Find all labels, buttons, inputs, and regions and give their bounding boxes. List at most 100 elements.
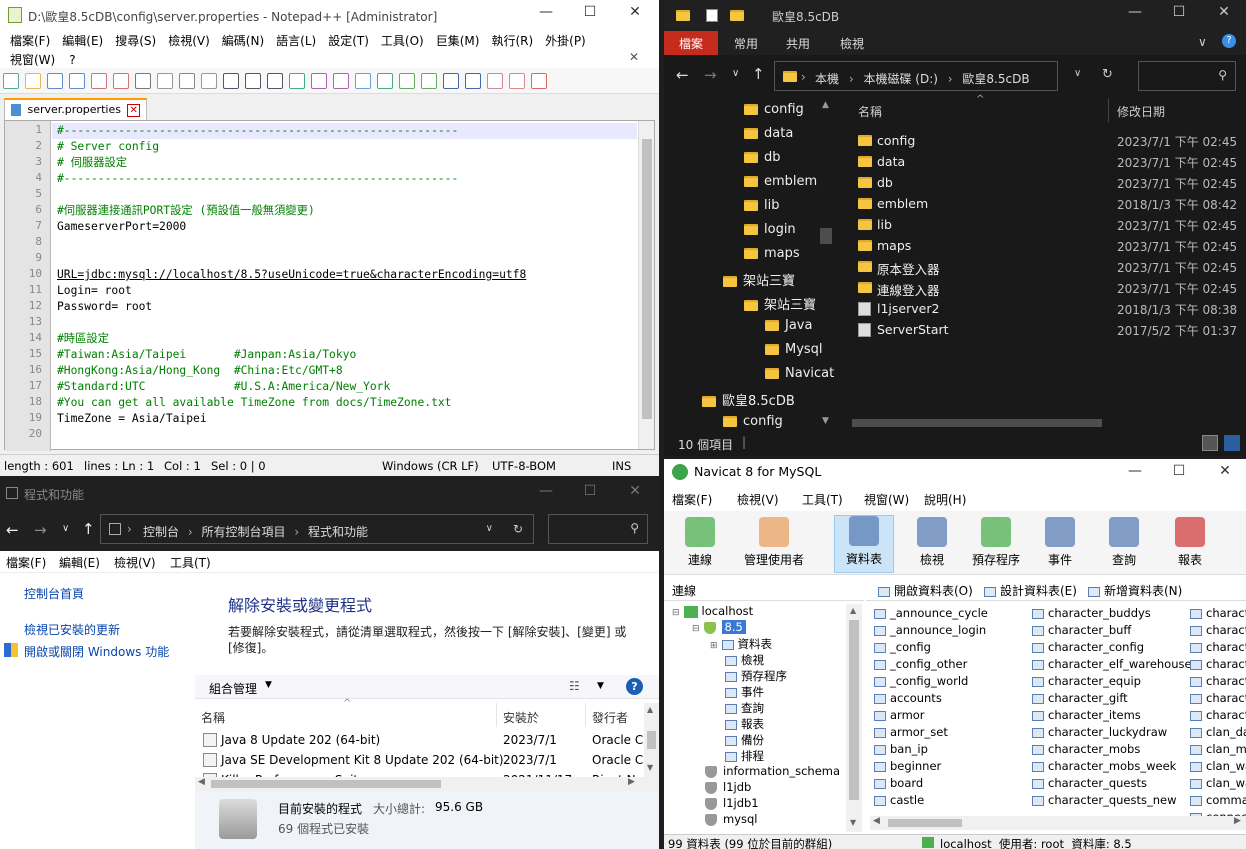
table-action-button[interactable]: 設計資料表(E) <box>984 582 1077 599</box>
doc-map-icon[interactable] <box>443 73 459 89</box>
cut-icon[interactable] <box>157 73 173 89</box>
table-item[interactable]: characte <box>1190 691 1246 705</box>
tree-node[interactable]: 備份 <box>712 732 764 748</box>
back-icon[interactable]: ← <box>6 521 19 539</box>
column-header-name[interactable]: 名稱 <box>201 709 225 726</box>
folder-workspace-icon[interactable] <box>487 73 503 89</box>
tree-node[interactable]: 預存程序 <box>712 668 787 684</box>
close-button[interactable]: ✕ <box>620 483 650 505</box>
tree-node[interactable]: information_schema <box>692 764 840 778</box>
tool-query[interactable]: 查詢 <box>1094 517 1154 568</box>
nav-item[interactable]: lib <box>744 198 779 213</box>
link-windows-features[interactable]: 開啟或關閉 Windows 功能 <box>24 643 169 660</box>
table-item[interactable]: character_buff <box>1032 623 1131 637</box>
column-header-installed[interactable]: 安裝於 <box>503 709 539 726</box>
maximize-button[interactable]: ☐ <box>1164 4 1194 26</box>
cp-address-bar[interactable]: › 控制台 › 所有控制台項目 › 程式和功能 ∨ ↻ <box>100 514 534 544</box>
properties-icon[interactable] <box>706 9 718 22</box>
close-button[interactable]: ✕ <box>1210 463 1240 485</box>
menu-item[interactable]: 執行(R) <box>491 34 533 48</box>
nav-item[interactable]: Mysql <box>765 342 823 357</box>
file-row[interactable]: db 2023/7/1 下午 02:45 <box>838 174 1238 194</box>
nav-item[interactable]: data <box>744 126 793 141</box>
table-action-button[interactable]: 開啟資料表(O) <box>878 582 973 599</box>
chevron-down-icon[interactable]: ∨ <box>1198 35 1207 49</box>
collapse-icon[interactable]: ⊟ <box>692 624 700 634</box>
table-item[interactable]: characte <box>1190 623 1246 637</box>
nav-item[interactable]: login <box>744 222 796 237</box>
horizontal-scrollbar[interactable]: ◀ ▶ <box>195 777 659 791</box>
tree-node[interactable]: 排程 <box>712 748 764 764</box>
menu-item[interactable]: 巨集(M) <box>436 34 480 48</box>
vertical-scrollbar[interactable] <box>638 121 654 449</box>
table-item[interactable]: character_items <box>1032 708 1141 722</box>
replace-icon[interactable] <box>289 73 305 89</box>
table-item[interactable]: _announce_cycle <box>874 606 988 620</box>
table-item[interactable]: character_luckydraw <box>1032 725 1167 739</box>
large-icons-view-icon[interactable] <box>1224 435 1240 451</box>
file-row[interactable]: 連線登入器 2023/7/1 下午 02:45 <box>838 279 1238 299</box>
table-item[interactable]: characte <box>1190 640 1246 654</box>
menu-item[interactable]: 檢視(V) <box>737 491 779 508</box>
table-item[interactable]: comman <box>1190 793 1246 807</box>
address-dropdown-icon[interactable]: ∨ <box>1074 68 1081 79</box>
tree-node[interactable]: ⊞ 資料表 <box>710 636 772 652</box>
crumb-all-items[interactable]: 所有控制台項目 <box>201 525 285 539</box>
file-row[interactable]: emblem 2018/1/3 下午 08:42 <box>838 195 1238 215</box>
tool-connection[interactable]: 連線 <box>670 517 730 568</box>
close-icon[interactable] <box>91 73 107 89</box>
nav-item[interactable]: 歐皇8.5cDB <box>702 390 795 409</box>
ribbon-tab-share[interactable]: 共用 <box>786 35 810 52</box>
paste-icon[interactable] <box>201 73 217 89</box>
table-item[interactable]: clan_da <box>1190 725 1246 739</box>
expand-icon[interactable]: ⊞ <box>710 641 718 651</box>
zoom-in-icon[interactable] <box>311 73 327 89</box>
open-file-icon[interactable] <box>25 73 41 89</box>
tool-procedure[interactable]: 預存程序 <box>966 517 1026 568</box>
nav-item[interactable]: 架站三寶 <box>744 294 816 313</box>
ribbon-tab-file[interactable]: 檔案 <box>664 31 718 55</box>
crumb-drive-d[interactable]: 本機磁碟 (D:) <box>863 72 937 86</box>
close-all-icon[interactable] <box>113 73 129 89</box>
macro-record-icon[interactable] <box>509 73 525 89</box>
find-icon[interactable] <box>267 73 283 89</box>
menu-item[interactable]: 搜尋(S) <box>115 34 156 48</box>
table-hscrollbar[interactable]: ◀ ▶ <box>870 816 1246 830</box>
file-row[interactable]: maps 2023/7/1 下午 02:45 <box>838 237 1238 257</box>
minimize-button[interactable]: — <box>1120 4 1150 26</box>
function-list-icon[interactable] <box>465 73 481 89</box>
column-header-publisher[interactable]: 發行者 <box>592 709 628 726</box>
save-icon[interactable] <box>47 73 63 89</box>
menu-item[interactable]: 工具(T) <box>802 491 843 508</box>
link-cp-home[interactable]: 控制台首頁 <box>24 585 84 602</box>
menu-item[interactable]: 說明(H) <box>924 491 966 508</box>
tool-user-manager[interactable]: 管理使用者 <box>732 517 816 568</box>
new-folder-icon[interactable] <box>730 10 744 21</box>
table-item[interactable]: armor_set <box>874 725 948 739</box>
tree-node[interactable]: l1jdb <box>692 780 751 794</box>
organize-button[interactable]: 組合管理 <box>209 680 257 697</box>
ribbon-tab-home[interactable]: 常用 <box>734 35 758 52</box>
menu-item[interactable]: 外掛(P) <box>545 34 586 48</box>
table-item[interactable]: characte <box>1190 606 1246 620</box>
vertical-scrollbar[interactable]: ▲ ▼ <box>644 703 659 777</box>
table-item[interactable]: character_quests_new <box>1032 793 1177 807</box>
help-icon[interactable]: ? <box>626 678 643 695</box>
table-item[interactable]: _config_world <box>874 674 968 688</box>
menu-file[interactable]: 檔案(F) <box>6 554 46 571</box>
menu-item[interactable]: 編碼(N) <box>222 34 264 48</box>
menu-item[interactable]: 視窗(W) <box>864 491 909 508</box>
crumb-this-pc[interactable]: 本機 <box>815 72 839 86</box>
indent-guide-icon[interactable] <box>421 73 437 89</box>
column-header-date[interactable]: 修改日期 <box>1117 103 1165 120</box>
menu-item[interactable]: 檔案(F) <box>10 34 50 48</box>
nav-item[interactable]: db <box>744 150 781 165</box>
recent-dropdown-icon[interactable]: ∨ <box>732 68 739 79</box>
address-bar[interactable]: › 本機 › 本機磁碟 (D:) › 歐皇8.5cDB <box>774 61 1058 91</box>
print-icon[interactable] <box>135 73 151 89</box>
table-item[interactable]: ban_ip <box>874 742 928 756</box>
menu-item[interactable]: 編輯(E) <box>62 34 103 48</box>
refresh-icon[interactable]: ↻ <box>513 522 523 536</box>
table-item[interactable]: castle <box>874 793 924 807</box>
nav-item[interactable]: Java <box>765 318 812 333</box>
